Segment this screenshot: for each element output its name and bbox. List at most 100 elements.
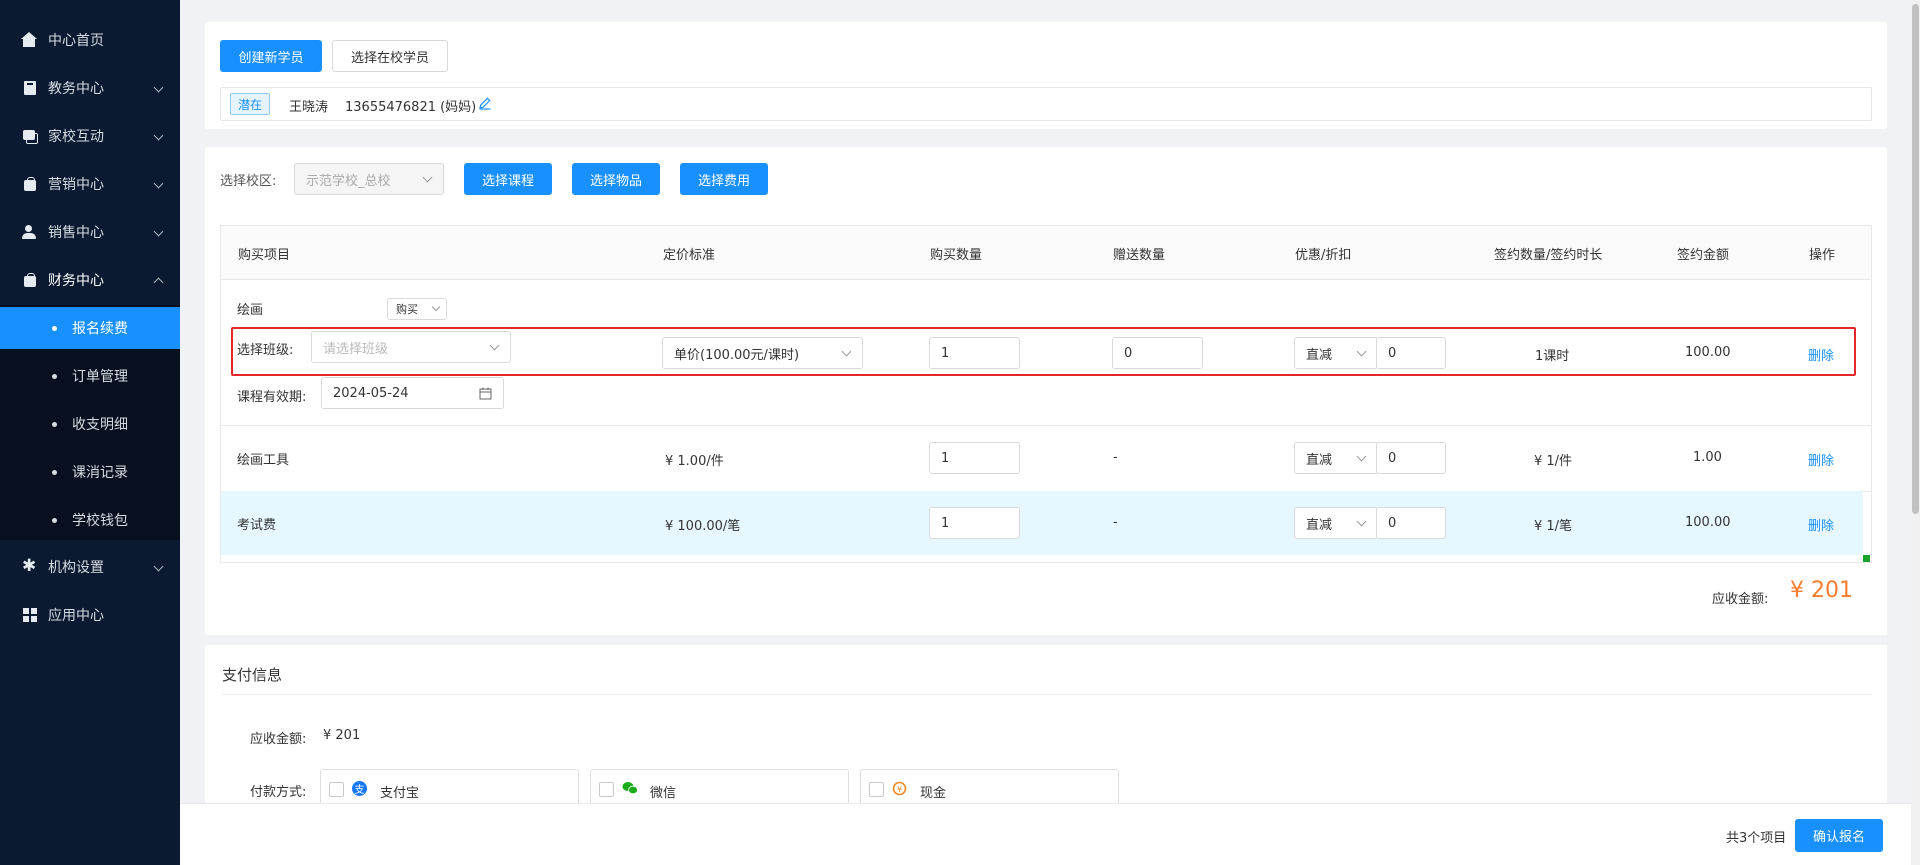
divider: [222, 694, 1872, 695]
col-header: 签约金额: [1677, 248, 1730, 263]
campus-label: 选择校区:: [220, 174, 277, 189]
alipay-icon: 支: [352, 781, 367, 796]
chevron-down-icon: [153, 561, 164, 572]
payment-receivable-value: ¥ 201: [323, 728, 361, 743]
bag-icon: [22, 272, 38, 288]
chevron-down-icon: [153, 178, 164, 189]
sidebar-subitem-wallet[interactable]: 学校钱包: [0, 499, 180, 541]
student-name: 王晓涛: [289, 100, 329, 115]
fee-price: ¥ 100.00/笔: [665, 519, 741, 534]
sidebar-item-label: 中心首页: [48, 33, 104, 49]
resize-handle[interactable]: [1863, 555, 1870, 562]
sign-amount: 100.00: [1685, 515, 1731, 530]
cash-checkbox[interactable]: [869, 782, 884, 797]
chevron-down-icon: [153, 82, 164, 93]
fee-name: 考试费: [237, 518, 277, 533]
wechat-checkbox[interactable]: [599, 782, 614, 797]
sidebar-item-label: 教务中心: [48, 81, 104, 97]
course-name: 绘画: [237, 303, 264, 318]
table-header: 购买项目 定价标准 购买数量 赠送数量 优惠/折扣 签约数量/签约时长 签约金额…: [221, 226, 1871, 280]
sidebar-item-label: 家校互动: [48, 129, 104, 145]
select-fee-button[interactable]: 选择费用: [680, 163, 768, 195]
svg-text:¥: ¥: [897, 785, 902, 794]
receivable-label: 应收金额:: [1712, 592, 1769, 607]
sign-quantity: ¥ 1/件: [1534, 454, 1573, 469]
sign-quantity: ¥ 1/笔: [1534, 519, 1573, 534]
student-phone: 13655476821 (妈妈): [345, 100, 477, 115]
sidebar-item-sales[interactable]: 销售中心: [0, 208, 180, 256]
book-icon: [22, 80, 38, 96]
user-icon: [22, 224, 38, 240]
chevron-down-icon: [1356, 516, 1367, 527]
quantity-input[interactable]: 1: [929, 442, 1020, 474]
bullet-icon: [52, 422, 57, 427]
select-goods-button[interactable]: 选择物品: [572, 163, 660, 195]
payment-title: 支付信息: [222, 666, 283, 684]
scrollbar-thumb[interactable]: [1912, 4, 1919, 514]
payment-option-label: 支付宝: [380, 786, 420, 801]
chevron-down-icon: [431, 302, 441, 312]
bullet-icon: [52, 374, 57, 379]
item-count: 共3个项目: [1726, 831, 1787, 846]
sidebar-item-label: 应用中心: [48, 608, 104, 624]
select-student-button[interactable]: 选择在校学员: [332, 40, 448, 72]
bottom-bar: [180, 803, 1911, 865]
discount-input[interactable]: 0: [1376, 442, 1446, 474]
valid-label: 课程有效期:: [237, 390, 307, 405]
col-header: 购买项目: [238, 248, 291, 263]
sidebar-item-academic[interactable]: 教务中心: [0, 64, 180, 112]
sidebar-subitem-income[interactable]: 收支明细: [0, 403, 180, 445]
chevron-up-icon: [153, 277, 164, 288]
goods-price: ¥ 1.00/件: [665, 454, 724, 469]
col-header: 赠送数量: [1113, 248, 1166, 263]
discount-type-select[interactable]: 直减: [1294, 442, 1378, 474]
sidebar-subitem-enroll[interactable]: 报名续费: [0, 307, 180, 349]
sidebar-item-finance[interactable]: 财务中心: [0, 256, 180, 304]
scrollbar[interactable]: [1911, 0, 1920, 865]
create-student-button[interactable]: 创建新学员: [220, 40, 322, 72]
gift-quantity: -: [1113, 515, 1118, 530]
sidebar-subitem-orders[interactable]: 订单管理: [0, 355, 180, 397]
col-header: 签约数量/签约时长: [1494, 248, 1603, 263]
table-row-hover: [221, 491, 1863, 555]
calendar-icon: [479, 387, 492, 400]
col-header: 定价标准: [663, 248, 716, 263]
quantity-input[interactable]: 1: [929, 507, 1020, 539]
sidebar-item-label: 财务中心: [48, 273, 104, 289]
purchase-mode-select[interactable]: 购买: [387, 298, 447, 320]
confirm-enroll-button[interactable]: 确认报名: [1795, 819, 1883, 852]
discount-type-select[interactable]: 直减: [1294, 507, 1378, 539]
payment-receivable-label: 应收金额:: [250, 732, 307, 747]
col-header: 购买数量: [930, 248, 983, 263]
campus-select[interactable]: 示范学校_总校: [294, 163, 444, 195]
sidebar-subitem-consume[interactable]: 课消记录: [0, 451, 180, 493]
sidebar-item-apps[interactable]: 应用中心: [0, 591, 180, 639]
sign-amount: 1.00: [1693, 450, 1722, 465]
sidebar-item-marketing[interactable]: 营销中心: [0, 160, 180, 208]
chat-icon: [22, 128, 38, 144]
select-course-button[interactable]: 选择课程: [464, 163, 552, 195]
home-icon: [21, 32, 38, 48]
valid-date-input[interactable]: 2024-05-24: [321, 377, 504, 409]
payment-method-label: 付款方式:: [250, 785, 307, 800]
edit-icon[interactable]: [478, 96, 492, 110]
wechat-icon: [622, 781, 638, 795]
delete-link[interactable]: 删除: [1808, 515, 1834, 534]
goods-name: 绘画工具: [237, 453, 290, 468]
gear-icon: [22, 556, 38, 576]
gift-quantity: -: [1113, 450, 1118, 465]
chevron-down-icon: [422, 172, 433, 183]
alipay-checkbox[interactable]: [329, 782, 344, 797]
col-header: 操作: [1809, 248, 1836, 263]
receivable-amount: ¥ 201: [1790, 578, 1853, 603]
bag-icon: [22, 176, 38, 192]
discount-input[interactable]: 0: [1376, 507, 1446, 539]
sidebar-item-home[interactable]: 中心首页: [0, 16, 180, 64]
sidebar-item-home-school[interactable]: 家校互动: [0, 112, 180, 160]
sidebar-item-label: 营销中心: [48, 177, 104, 193]
delete-link[interactable]: 删除: [1808, 450, 1834, 469]
chevron-down-icon: [153, 226, 164, 237]
sidebar-item-settings[interactable]: 机构设置: [0, 543, 180, 591]
grid-icon: [22, 607, 38, 623]
bullet-icon: [52, 470, 57, 475]
